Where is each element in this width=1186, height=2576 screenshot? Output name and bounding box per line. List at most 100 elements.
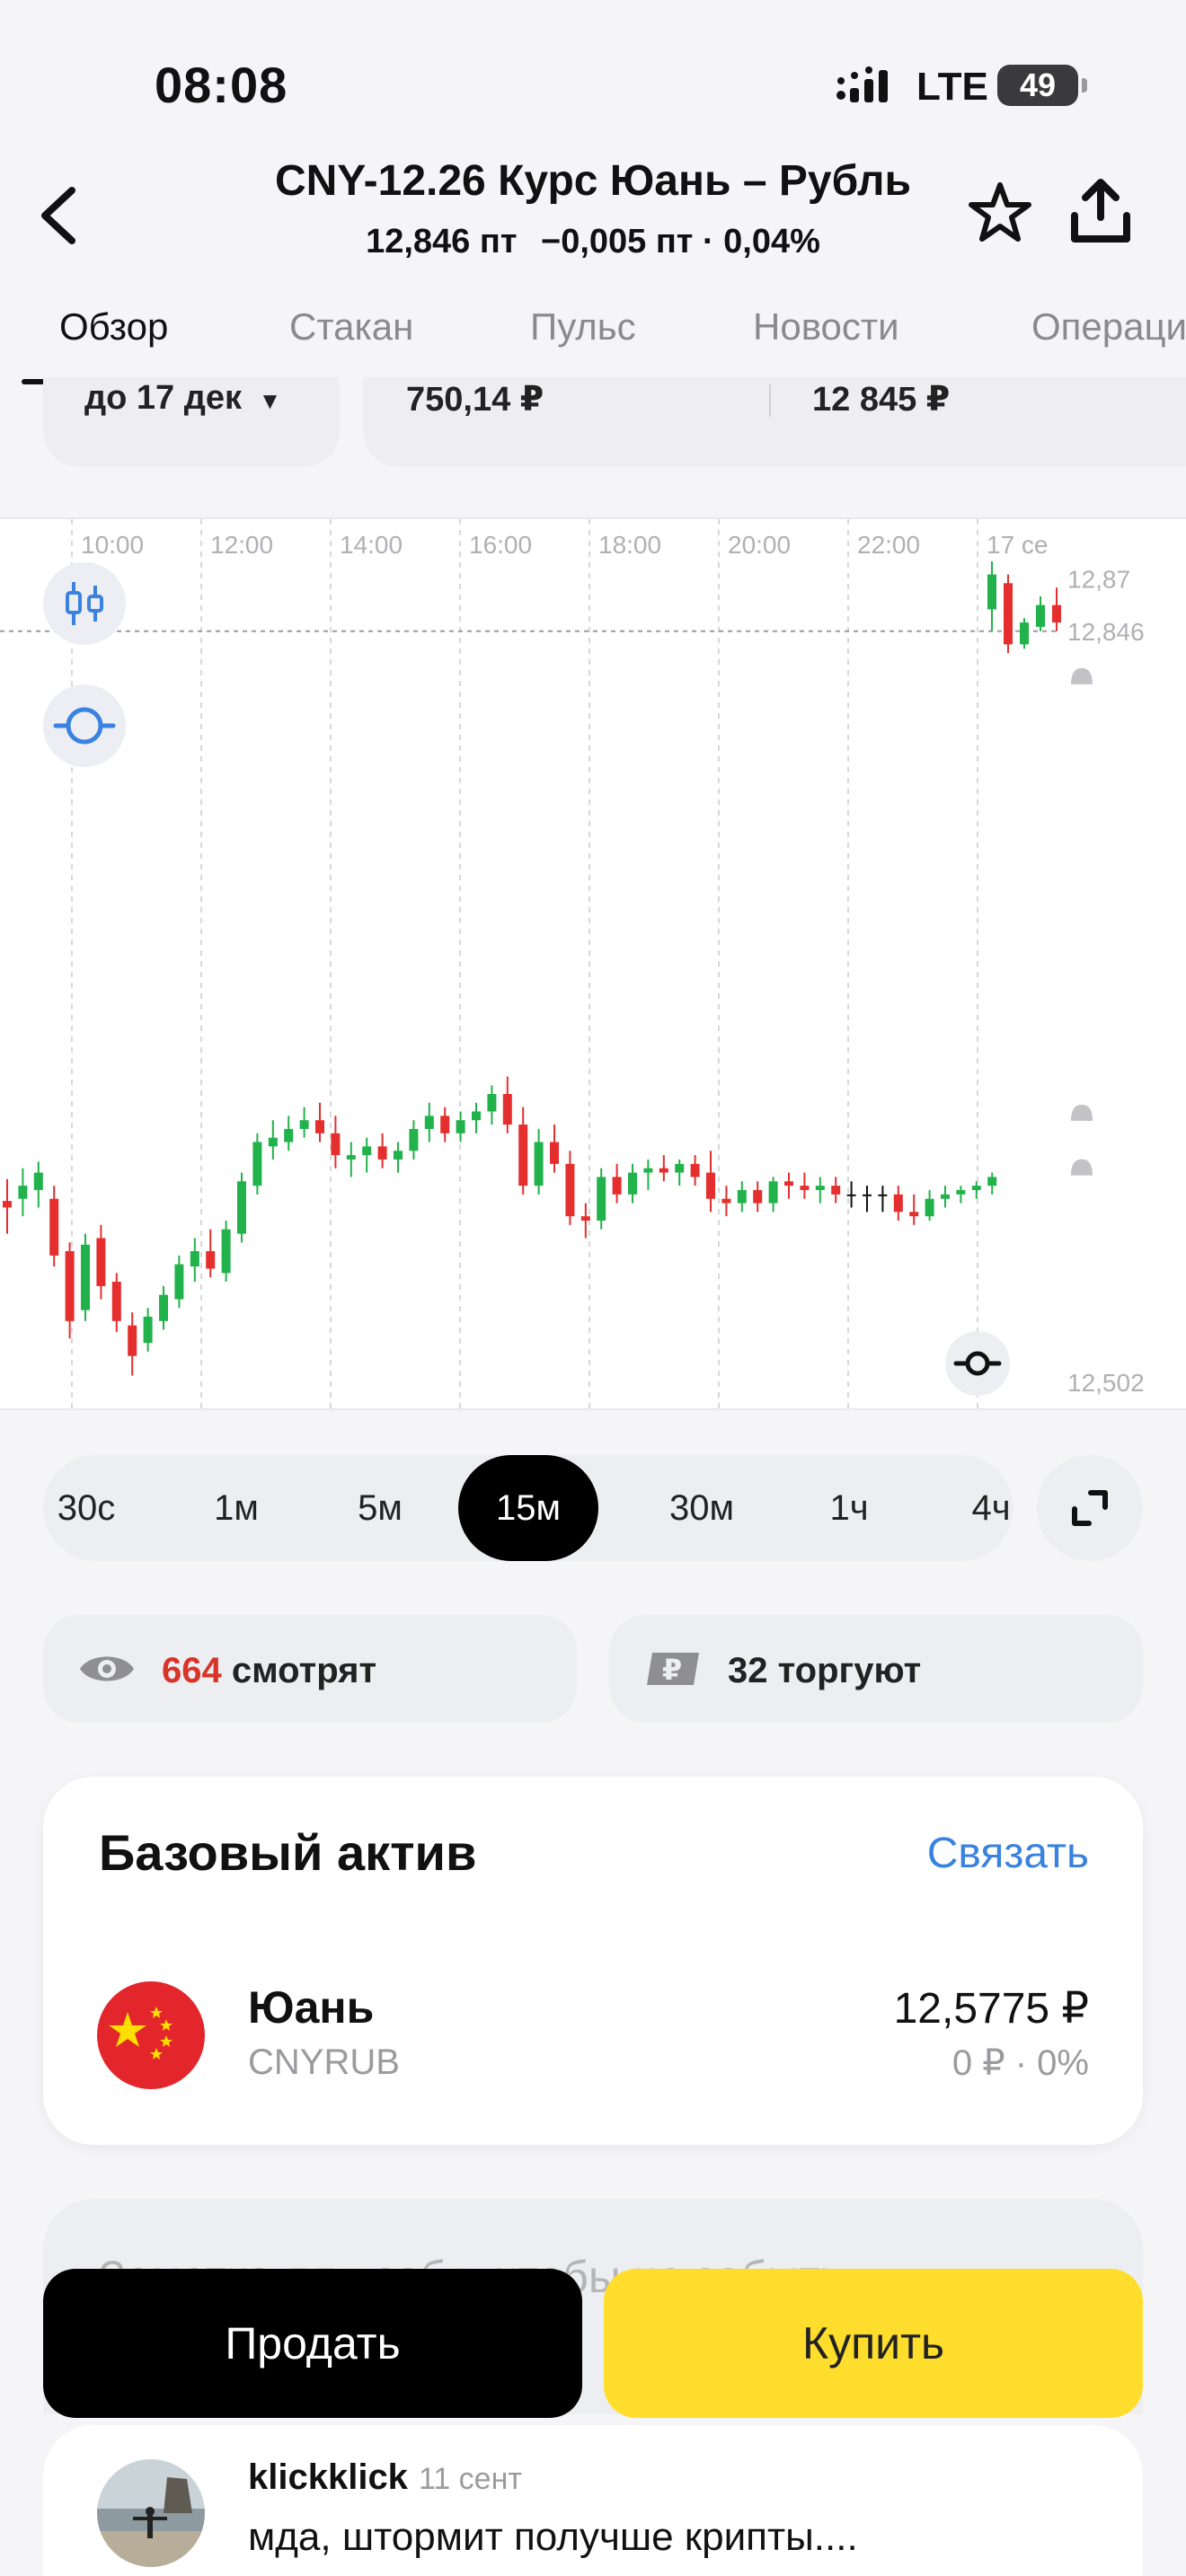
expiry-card[interactable]: до 17 дек ▼	[43, 377, 340, 467]
traders-text: 32 торгуют	[728, 1651, 922, 1690]
share-icon[interactable]	[1069, 176, 1132, 248]
china-flag-icon[interactable]	[97, 1981, 205, 2089]
candle-body	[394, 1151, 403, 1160]
x-tick-label: 17 се	[987, 531, 1049, 559]
candle-body	[706, 1172, 715, 1199]
candle-body	[49, 1198, 59, 1256]
candle-body	[487, 1094, 497, 1112]
tab-operations[interactable]: Операци	[1031, 305, 1186, 348]
candle-body	[456, 1120, 465, 1134]
interval-30s[interactable]: 30с	[43, 1455, 135, 1561]
interval-1m[interactable]: 1м	[187, 1455, 286, 1561]
candle-body	[925, 1198, 934, 1217]
candle-body	[815, 1186, 825, 1190]
candle-body	[893, 1194, 903, 1213]
asset-ticker: CNYRUB	[248, 2042, 400, 2082]
interval-1h[interactable]: 1ч	[800, 1455, 898, 1561]
back-chevron-icon[interactable]	[34, 180, 88, 251]
candle-body	[659, 1168, 668, 1173]
x-tick-label: 20:00	[728, 531, 791, 559]
candle-body	[846, 1194, 856, 1196]
watchers-pill: 664 смотрят	[43, 1615, 577, 1723]
candle-body	[534, 1142, 544, 1187]
status-bar: 08:08 LTE 49	[0, 0, 1186, 171]
asset-name[interactable]: Юань	[248, 1981, 374, 2033]
tab-news[interactable]: Новости	[753, 305, 899, 348]
comment-card[interactable]: klickklick 11 сент мда, штормит получше к…	[43, 2425, 1143, 2576]
candle-body	[174, 1264, 184, 1300]
chart-type-button[interactable]	[43, 562, 126, 645]
candle-body	[1036, 604, 1045, 627]
candle-body	[362, 1146, 372, 1156]
candle-body	[206, 1251, 216, 1269]
candle-body	[987, 1177, 997, 1187]
candle-body	[800, 1186, 810, 1190]
candle-body	[1004, 583, 1013, 645]
candle-body	[768, 1181, 778, 1204]
svg-text:₽: ₽	[662, 1653, 682, 1687]
x-tick-label: 16:00	[469, 531, 532, 559]
avatar-image	[97, 2459, 205, 2567]
candle-body	[1052, 604, 1061, 623]
crosshair-button[interactable]	[43, 684, 126, 767]
candle-body	[941, 1194, 950, 1199]
candle-body	[190, 1251, 199, 1267]
x-tick-label: 12:00	[210, 531, 273, 559]
candle-body	[65, 1251, 75, 1321]
candle-body	[628, 1172, 637, 1195]
watchers-label: смотрят	[231, 1651, 377, 1690]
scroll-to-latest-button[interactable]	[945, 1331, 1010, 1396]
buy-button[interactable]: Купить	[604, 2269, 1143, 2418]
favorite-star-icon[interactable]	[967, 180, 1033, 246]
interval-4h[interactable]: 4ч	[942, 1455, 1013, 1561]
candle-body	[971, 1186, 981, 1190]
candle-body	[831, 1186, 841, 1195]
candle-body	[472, 1111, 481, 1121]
link-button[interactable]: Связать	[927, 1829, 1089, 1878]
y-tick-label: 12,502	[1067, 1369, 1145, 1397]
target-icon	[953, 1351, 1002, 1376]
candle-body	[96, 1238, 106, 1286]
crosshair-icon	[53, 707, 116, 745]
candle-body	[1020, 622, 1029, 645]
summary-row: до 17 дек ▼ 750,14 ₽ 12 845 ₽	[0, 377, 1186, 476]
summary-value-1: 750,14 ₽	[406, 381, 544, 419]
candle-body	[675, 1163, 685, 1173]
interval-15m[interactable]: 15м	[458, 1455, 598, 1561]
candle-body	[128, 1325, 137, 1356]
traders-pill: ₽ 32 торгуют	[609, 1615, 1143, 1723]
tab-pulse[interactable]: Пульс	[530, 305, 636, 348]
candle-body	[143, 1316, 153, 1344]
flag-stars	[109, 2007, 173, 2060]
price-chart[interactable]: 10:00 12:00 14:00 16:00 18:00 20:00 22:00 17 се…	[0, 517, 1186, 1412]
candle-body	[284, 1128, 294, 1142]
fullscreen-button[interactable]	[1037, 1455, 1143, 1561]
page-title: CNY-12.26 Курс Юань – Рубль	[274, 157, 912, 205]
x-tick-label: 22:00	[857, 531, 920, 559]
interval-30m[interactable]: 30м	[643, 1455, 760, 1561]
asset-change: 0 ₽ · 0%	[951, 2043, 1089, 2083]
avatar[interactable]	[97, 2459, 205, 2567]
status-time: 08:08	[155, 57, 288, 113]
candle-body	[863, 1194, 872, 1196]
candle-body	[737, 1189, 747, 1204]
candle-body	[643, 1168, 653, 1173]
candle-body	[237, 1181, 246, 1234]
tab-order-book[interactable]: Стакан	[289, 305, 413, 348]
ruble-card-icon: ₽	[647, 1653, 699, 1687]
candle-body	[580, 1216, 590, 1221]
tab-overview[interactable]: Обзор	[59, 305, 168, 348]
candle-body	[268, 1137, 278, 1147]
candle-body	[409, 1128, 419, 1151]
candle-body	[424, 1116, 434, 1129]
caret-down-icon: ▼	[258, 387, 282, 414]
base-asset-card: Базовый актив Связать Юань CNYRUB 12,577…	[43, 1777, 1143, 2145]
expand-icon	[1072, 1490, 1108, 1526]
comment-author[interactable]: klickklick	[248, 2457, 408, 2497]
candlestick-chart[interactable]: 10:00 12:00 14:00 16:00 18:00 20:00 22:00 17 се…	[0, 519, 1186, 1412]
candle-body	[315, 1120, 324, 1134]
interval-5m[interactable]: 5м	[331, 1455, 429, 1561]
interval-selector: 30с 1м 5м 15м 30м 1ч 4ч	[43, 1455, 1013, 1561]
candle-body	[159, 1294, 168, 1321]
sell-button[interactable]: Продать	[43, 2269, 582, 2418]
